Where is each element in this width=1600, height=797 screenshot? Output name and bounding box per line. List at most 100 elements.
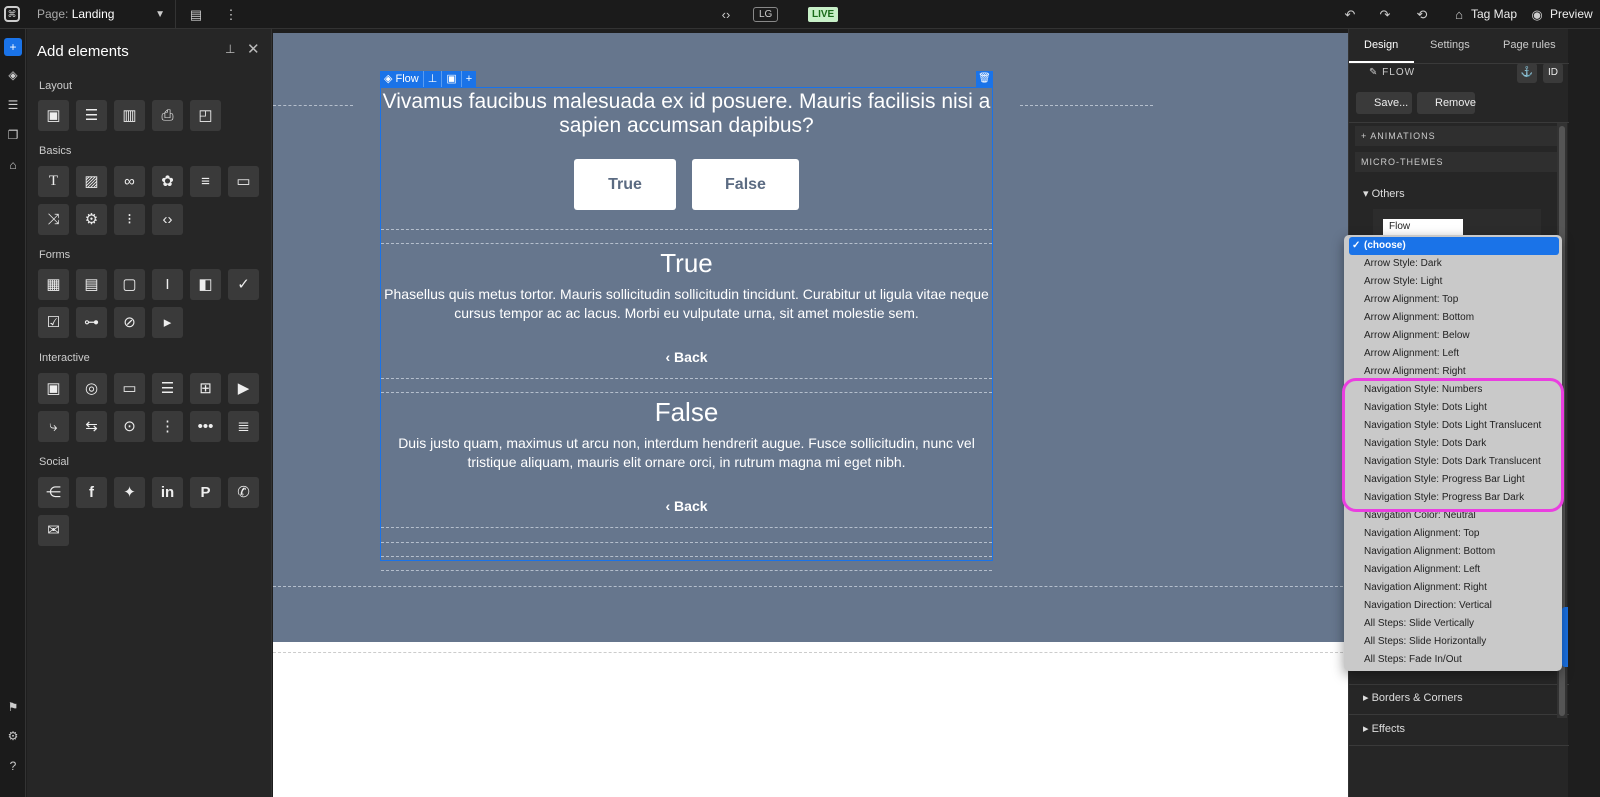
sliders-element-icon[interactable]: ⊶ [76,307,107,338]
back-link[interactable]: ‹ Back [381,349,992,365]
tag-map-button[interactable]: Tag Map [1471,0,1517,29]
email-element-icon[interactable]: ✉ [38,515,69,546]
app-logo-icon[interactable]: ⌘ [4,6,20,22]
horizontal-dots-element-icon[interactable]: ••• [190,411,221,442]
widget-element-icon[interactable]: ⚙ [76,204,107,235]
code-icon[interactable]: ‹› [716,5,736,25]
dropdown-option[interactable]: Arrow Alignment: Top [1344,291,1562,309]
layout-element-icon[interactable]: ▣ [38,100,69,131]
rows-element-icon[interactable]: ☰ [76,100,107,131]
add-icon[interactable]: + [462,71,476,87]
dropdown-option[interactable]: All Steps: Fade In/Out [1344,651,1562,669]
dropdown-option[interactable]: Arrow Alignment: Bottom [1344,309,1562,327]
remove-button[interactable]: Remove [1417,92,1476,114]
settings-gear-icon[interactable]: ⚙ [4,727,22,745]
divider-element-icon[interactable]: ▭ [228,166,259,197]
add-elements-icon[interactable]: + [4,38,22,56]
modal-element-icon[interactable]: ▣ [38,373,69,404]
dropdown-option[interactable]: Arrow Alignment: Left [1344,345,1562,363]
popup-element-icon[interactable]: ◰ [190,100,221,131]
whatsapp-element-icon[interactable]: ✆ [228,477,259,508]
dropdown-option[interactable]: Navigation Alignment: Left [1344,561,1562,579]
dropdown-option[interactable]: All Steps: Slide Horizontally [1344,633,1562,651]
clipboard-element-icon[interactable]: ▢ [114,269,145,300]
pin-icon[interactable]: ⊥ [424,71,443,87]
redo-icon[interactable]: ↷ [1375,5,1395,25]
dropdown-option[interactable]: Navigation Alignment: Right [1344,579,1562,597]
section-element-icon[interactable]: ⎙ [152,100,183,131]
text-element-icon[interactable]: T [38,166,69,197]
borders-corners-section[interactable]: ▸ Borders & Corners [1363,691,1463,704]
pages-icon[interactable]: ❐ [4,126,22,144]
form-fields-element-icon[interactable]: ▤ [76,269,107,300]
breakpoint-badge[interactable]: LG [753,7,779,22]
map-pin-element-icon[interactable]: ⊙ [114,411,145,442]
tab-design[interactable]: Design [1364,39,1398,51]
flow-element-outline[interactable] [380,87,993,561]
others-group[interactable]: ▾ Others [1363,187,1405,200]
embed-element-icon[interactable]: ⤨ [38,204,69,235]
pinterest-element-icon[interactable]: P [190,477,221,508]
dropdown-option[interactable]: All Steps: Slide Vertically [1344,615,1562,633]
placeholder-element-icon[interactable]: ⁝ [114,204,145,235]
layout-toggle-icon[interactable]: ▤ [186,5,206,25]
undo-icon[interactable]: ↶ [1340,5,1360,25]
save-button[interactable]: Save... [1356,92,1412,114]
tabs-element-icon[interactable]: ▭ [114,373,145,404]
dropdown-option[interactable]: Arrow Alignment: Below [1344,327,1562,345]
true-button[interactable]: True [574,159,676,210]
flag-icon[interactable]: ⚑ [4,698,22,716]
tab-settings[interactable]: Settings [1430,39,1470,51]
vertical-dots-element-icon[interactable]: ⋮ [152,411,183,442]
flow-tag-label[interactable]: ◈ Flow [380,71,424,87]
layers-icon[interactable]: ◈ [4,66,22,84]
form-element-icon[interactable]: ▦ [38,269,69,300]
dropdown-option[interactable]: Navigation Alignment: Bottom [1344,543,1562,561]
html-element-icon[interactable]: ‹› [152,204,183,235]
columns-element-icon[interactable]: ▥ [114,100,145,131]
layout-icon[interactable]: ▣ [442,71,462,87]
flow-element-icon[interactable]: ⊞ [190,373,221,404]
effects-section[interactable]: ▸ Effects [1363,722,1405,735]
anchor-icon[interactable]: ⚓ [1517,63,1537,83]
tab-page-rules[interactable]: Page rules [1503,39,1556,51]
id-button[interactable]: ID [1543,63,1563,83]
icon-element-icon[interactable]: ✿ [152,166,183,197]
more-menu-icon[interactable]: ⋮ [221,5,241,25]
toggle-element-icon[interactable]: ◧ [190,269,221,300]
history-icon[interactable]: ⟲ [1412,5,1432,25]
trash-icon[interactable]: 🗑 [976,71,993,87]
slider-element-icon[interactable]: ⇆ [76,411,107,442]
preview-button[interactable]: Preview [1550,0,1593,29]
store-icon[interactable]: ⌂ [4,156,22,174]
dropdown-option[interactable]: Arrow Style: Light [1344,273,1562,291]
dropdown-option[interactable]: Navigation Direction: Vertical [1344,597,1562,615]
share-element-icon[interactable]: ⋲ [38,477,69,508]
submit-element-icon[interactable]: ▸ [152,307,183,338]
animations-section[interactable]: + ANIMATIONS [1355,126,1559,146]
hidden-field-element-icon[interactable]: ⊘ [114,307,145,338]
sections-icon[interactable]: ☰ [4,96,22,114]
video-element-icon[interactable]: ▶ [228,373,259,404]
micro-theme-select[interactable]: Flow [1383,219,1463,235]
flow-element-toolbar[interactable]: ◈ Flow ⊥ ▣ + [380,71,477,87]
help-icon[interactable]: ? [4,757,22,775]
back-link[interactable]: ‹ Back [381,498,992,514]
list-element-icon[interactable]: ≡ [190,166,221,197]
dropdown-option[interactable]: Navigation Alignment: Top [1344,525,1562,543]
facebook-element-icon[interactable]: f [76,477,107,508]
reveal-element-icon[interactable]: ◎ [76,373,107,404]
accordion-element-icon[interactable]: ☰ [152,373,183,404]
close-icon[interactable]: ✕ [247,40,260,58]
link-element-icon[interactable]: ∞ [114,166,145,197]
image-element-icon[interactable]: ▨ [76,166,107,197]
page-selector[interactable]: Page: Landing ▼ [30,0,176,29]
input-element-icon[interactable]: I [152,269,183,300]
checklist-element-icon[interactable]: ✓ [228,269,259,300]
stack-element-icon[interactable]: ≣ [228,411,259,442]
twitter-element-icon[interactable]: ✦ [114,477,145,508]
linkedin-element-icon[interactable]: in [152,477,183,508]
false-button[interactable]: False [692,159,799,210]
micro-themes-section[interactable]: MICRO-THEMES [1355,152,1559,172]
dropdown-option-selected[interactable]: ✓ (choose) [1349,237,1559,255]
